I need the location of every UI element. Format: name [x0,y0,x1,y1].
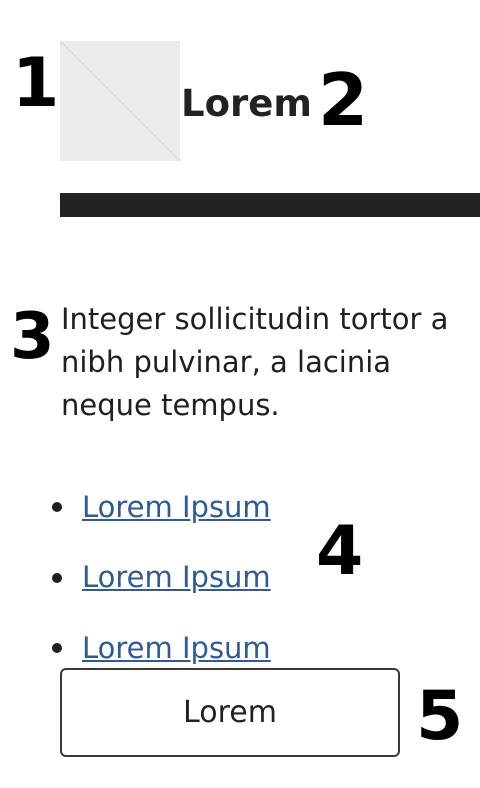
section-divider [60,193,480,217]
list-item: Lorem Ipsum [52,472,271,543]
page-title: Lorem [181,81,312,125]
header-row: Lorem [60,41,312,161]
annotation-marker-2: 2 [318,58,369,142]
link-item[interactable]: Lorem Ipsum [82,563,271,592]
bullet-icon [52,643,62,654]
image-placeholder-icon [60,41,180,161]
link-item[interactable]: Lorem Ipsum [82,633,271,663]
bullet-icon [52,502,62,513]
link-list: Lorem Ipsum Lorem Ipsum Lorem Ipsum [52,472,271,684]
link-item[interactable]: Lorem Ipsum [82,492,271,522]
annotation-marker-5: 5 [416,677,464,756]
bullet-icon [52,572,62,583]
annotation-marker-4: 4 [316,512,364,591]
annotation-marker-1: 1 [12,44,60,123]
primary-action-button[interactable]: Lorem [60,668,400,757]
body-paragraph: Integer sollicitudin tortor a nibh pulvi… [61,302,449,422]
list-item: Lorem Ipsum [52,543,271,614]
annotation-marker-3: 3 [10,300,55,374]
